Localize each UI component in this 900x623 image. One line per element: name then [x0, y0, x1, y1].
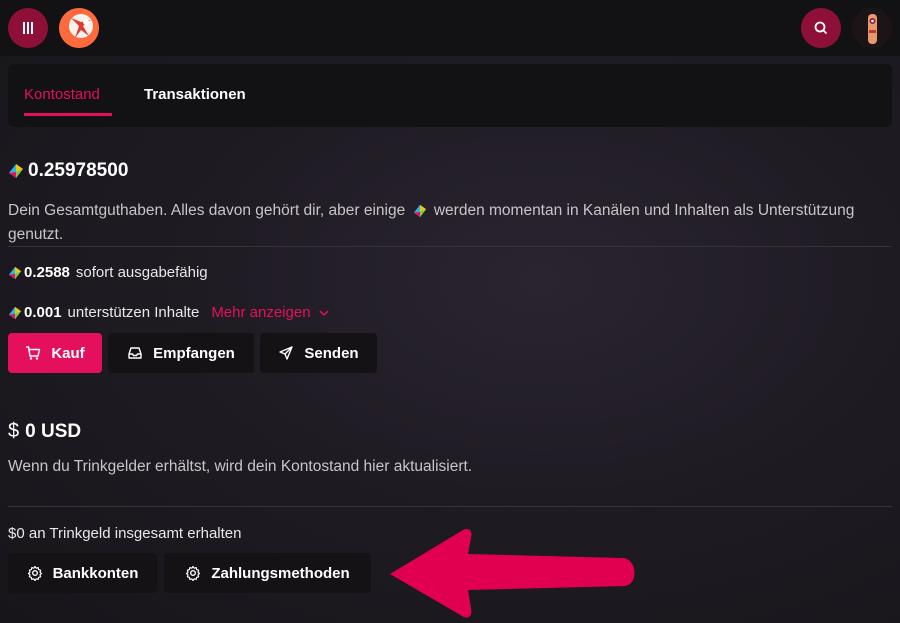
inbox-icon — [128, 347, 142, 359]
active-tab-indicator — [24, 113, 112, 116]
send-button[interactable]: Senden — [260, 333, 377, 373]
tab-transaktionen[interactable]: Transaktionen — [144, 86, 246, 103]
chevron-down-icon — [319, 309, 329, 316]
cart-icon — [26, 346, 41, 360]
lbc-icon — [413, 204, 426, 218]
top-bar — [0, 0, 900, 56]
lbc-icon — [8, 266, 22, 279]
payment-methods-button[interactable]: Zahlungsmethoden — [164, 553, 371, 593]
lbc-icon — [9, 164, 23, 178]
divider — [8, 506, 892, 507]
search-button[interactable] — [801, 8, 841, 48]
annotation-arrow — [390, 528, 635, 618]
tab-kontostand[interactable]: Kontostand — [24, 86, 100, 103]
balance-description: Dein Gesamtguthaben. Alles davon gehört … — [8, 199, 868, 247]
bank-accounts-label: Bankkonten — [52, 564, 139, 582]
lbc-balance: 0.25978500 — [8, 160, 128, 182]
avatar-image — [852, 8, 892, 48]
lbc-icon — [8, 306, 22, 319]
dollar-icon: $ — [8, 420, 20, 442]
divider — [8, 246, 892, 247]
gear-icon — [186, 565, 201, 581]
spendable-row: 0.2588 sofort ausgabefähig — [8, 264, 208, 281]
lbry-logo — [59, 8, 99, 48]
send-label: Senden — [304, 344, 359, 362]
supporting-row: 0.001 unterstützen Inhalte Mehr anzeigen — [8, 304, 329, 321]
search-icon — [814, 21, 828, 35]
tips-total: $0 an Trinkgeld insgesamt erhalten — [8, 525, 242, 542]
supporting-label: unterstützen Inhalte — [67, 304, 200, 321]
buy-button[interactable]: Kauf — [8, 333, 102, 373]
balance-description-part1: Dein Gesamtguthaben. Alles davon gehört … — [8, 202, 406, 219]
send-icon — [279, 346, 294, 360]
buy-label: Kauf — [51, 344, 85, 362]
menu-button[interactable] — [8, 8, 48, 48]
user-avatar[interactable] — [852, 8, 892, 48]
spendable-label: sofort ausgabefähig — [75, 264, 208, 281]
show-more-link[interactable]: Mehr anzeigen — [211, 304, 329, 321]
lbc-total: 0.25978500 — [28, 160, 129, 181]
usd-amount: 0 USD — [25, 420, 82, 442]
usd-balance: $ 0 USD — [8, 420, 81, 443]
usd-description: Wenn du Trinkgelder erhältst, wird dein … — [8, 458, 473, 475]
receive-button[interactable]: Empfangen — [108, 333, 254, 373]
menu-icon — [23, 22, 33, 34]
gear-icon — [27, 565, 42, 581]
tabs-panel: Kontostand Transaktionen — [8, 64, 892, 127]
spendable-amount: 0.2588 — [24, 264, 70, 281]
payment-methods-label: Zahlungsmethoden — [211, 564, 350, 582]
odysee-logo[interactable] — [59, 8, 99, 48]
receive-label: Empfangen — [153, 344, 235, 362]
show-more-label: Mehr anzeigen — [211, 304, 311, 321]
supporting-amount: 0.001 — [24, 304, 62, 321]
bank-accounts-button[interactable]: Bankkonten — [8, 553, 157, 593]
